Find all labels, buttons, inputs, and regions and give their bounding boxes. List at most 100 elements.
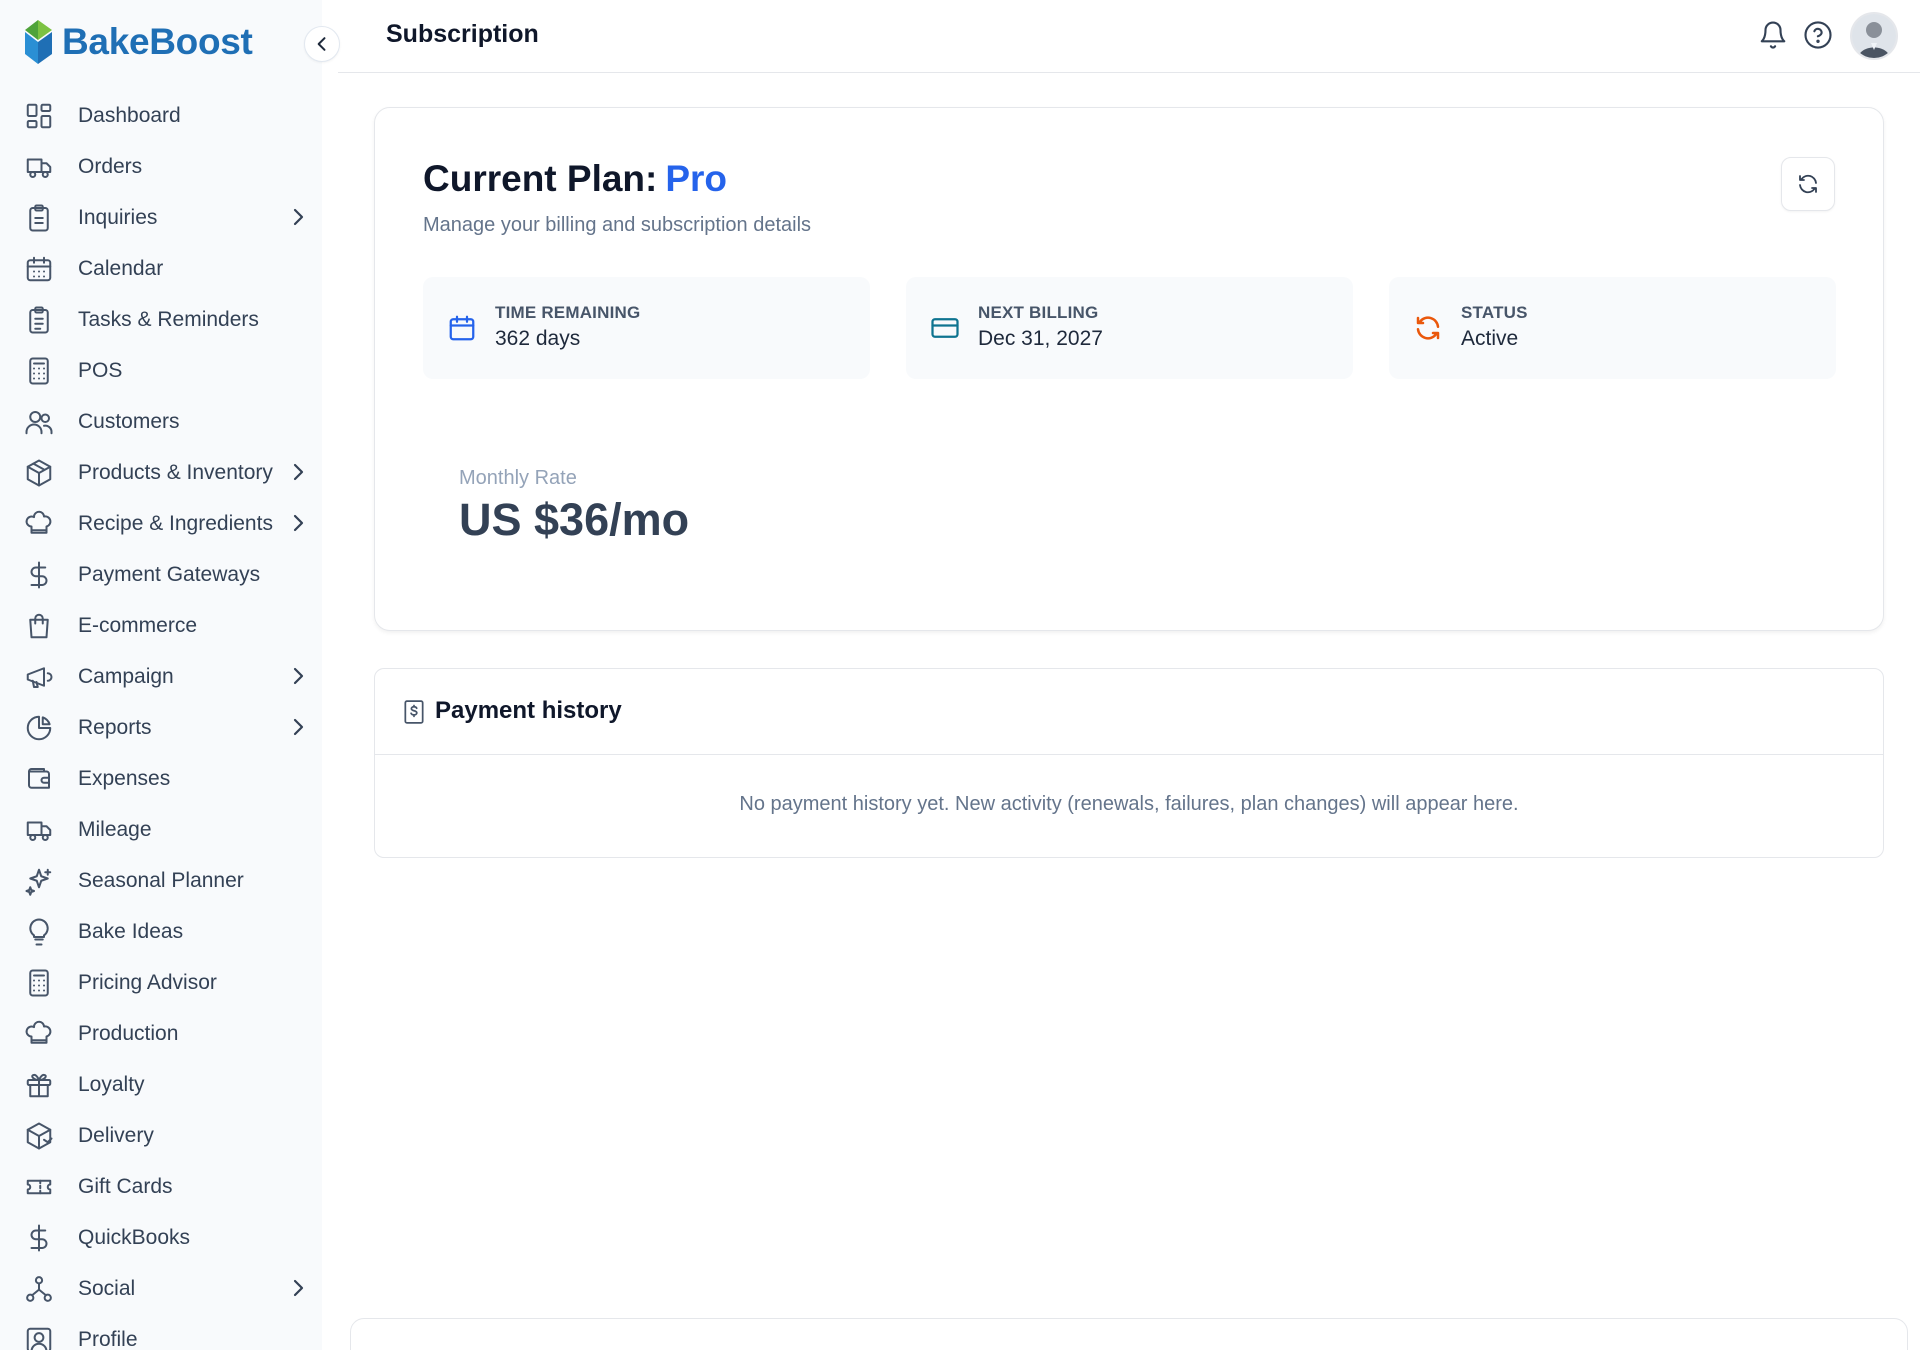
- chef-hat-icon: [24, 509, 54, 539]
- sidebar-item-reports[interactable]: Reports: [0, 702, 322, 753]
- brand-logo[interactable]: BakeBoost: [22, 16, 253, 68]
- user-avatar-icon: [1852, 14, 1896, 58]
- bell-icon[interactable]: [1758, 20, 1788, 50]
- gift-icon: [24, 1070, 54, 1100]
- share-network-icon: [24, 1274, 54, 1304]
- sidebar-item-label: Payment Gateways: [78, 562, 261, 586]
- stat-label: NEXT BILLING: [978, 303, 1099, 322]
- stat-value: Dec 31, 2027: [978, 327, 1103, 350]
- stat-time-remaining: TIME REMAINING 362 days: [423, 277, 870, 379]
- sidebar-item-label: Expenses: [78, 766, 171, 790]
- sidebar-item-mileage[interactable]: Mileage: [0, 804, 322, 855]
- payment-history-card: Payment history No payment history yet. …: [374, 668, 1884, 858]
- stat-status: STATUS Active: [1389, 277, 1836, 379]
- sidebar: BakeBoost Dashboard Orders Inquiries Calend…: [0, 0, 322, 1350]
- sidebar-item-payment-gateways[interactable]: Payment Gateways: [0, 549, 322, 600]
- refresh-icon: [1416, 316, 1440, 340]
- sidebar-item-loyalty[interactable]: Loyalty: [0, 1059, 322, 1110]
- dollar-icon: [24, 1223, 54, 1253]
- sidebar-nav: Dashboard Orders Inquiries Calendar Tasks & …: [0, 90, 322, 1350]
- sidebar-item-orders[interactable]: Orders: [0, 141, 322, 192]
- sidebar-item-production[interactable]: Production: [0, 1008, 322, 1059]
- pie-chart-icon: [24, 713, 54, 743]
- sidebar-item-label: E-commerce: [78, 613, 198, 637]
- sidebar-item-label: POS: [78, 358, 123, 382]
- stat-next-billing: NEXT BILLING Dec 31, 2027: [906, 277, 1353, 379]
- sidebar-item-recipe-ingredients[interactable]: Recipe & Ingredients: [0, 498, 322, 549]
- sidebar-item-campaign[interactable]: Campaign: [0, 651, 322, 702]
- calculator-icon: [24, 968, 54, 998]
- shopping-bag-icon: [24, 611, 54, 641]
- calculator-icon: [24, 356, 54, 386]
- calendar-icon: [24, 254, 54, 284]
- ticket-icon: [24, 1172, 54, 1202]
- payment-history-header: Payment history: [375, 669, 1883, 755]
- truck-icon: [24, 152, 54, 182]
- dashboard-icon: [24, 101, 54, 131]
- current-plan-card: Current Plan: Pro Manage your billing and…: [374, 107, 1884, 631]
- sidebar-item-profile[interactable]: Profile: [0, 1314, 322, 1350]
- refresh-icon: [1799, 174, 1817, 194]
- sidebar-item-label: Dashboard: [78, 103, 181, 127]
- sidebar-item-gift-cards[interactable]: Gift Cards: [0, 1161, 322, 1212]
- user-square-icon: [24, 1325, 54, 1350]
- chevron-right-icon[interactable]: [286, 511, 310, 535]
- sidebar-item-expenses[interactable]: Expenses: [0, 753, 322, 804]
- sidebar-item-label: Tasks & Reminders: [78, 307, 259, 331]
- package-icon: [24, 1121, 54, 1151]
- collapse-sidebar-button[interactable]: [304, 26, 340, 62]
- sidebar-item-label: Gift Cards: [78, 1174, 173, 1198]
- sidebar-item-e-commerce[interactable]: E-commerce: [0, 600, 322, 651]
- sidebar-item-social[interactable]: Social: [0, 1263, 322, 1314]
- sidebar-item-label: Mileage: [78, 817, 152, 841]
- top-bar: Subscription: [338, 0, 1920, 73]
- sidebar-item-label: QuickBooks: [78, 1225, 191, 1249]
- plan-title-prefix: Current Plan:: [423, 158, 658, 199]
- sidebar-item-calendar[interactable]: Calendar: [0, 243, 322, 294]
- stat-label: STATUS: [1461, 303, 1528, 322]
- monthly-rate-value: US $36/mo: [459, 494, 690, 545]
- avatar[interactable]: [1850, 12, 1898, 60]
- chevron-right-icon[interactable]: [286, 460, 310, 484]
- chevron-right-icon[interactable]: [286, 715, 310, 739]
- receipt-dollar-icon: [404, 700, 424, 724]
- stat-value: Active: [1461, 327, 1519, 350]
- sidebar-item-inquiries[interactable]: Inquiries: [0, 192, 322, 243]
- sidebar-item-label: Recipe & Ingredients: [78, 511, 273, 535]
- sidebar-item-pricing-advisor[interactable]: Pricing Advisor: [0, 957, 322, 1008]
- sidebar-item-dashboard[interactable]: Dashboard: [0, 90, 322, 141]
- sidebar-item-seasonal-planner[interactable]: Seasonal Planner: [0, 855, 322, 906]
- plan-subtitle: Manage your billing and subscription det…: [423, 214, 812, 236]
- sparkles-icon: [24, 866, 54, 896]
- dollar-icon: [24, 560, 54, 590]
- sidebar-item-customers[interactable]: Customers: [0, 396, 322, 447]
- sidebar-item-bake-ideas[interactable]: Bake Ideas: [0, 906, 322, 957]
- help-icon[interactable]: [1803, 20, 1833, 50]
- plan-name: Pro: [665, 158, 728, 199]
- users-icon: [24, 407, 54, 437]
- bottom-card: [350, 1318, 1908, 1350]
- sidebar-item-delivery[interactable]: Delivery: [0, 1110, 322, 1161]
- chevron-right-icon[interactable]: [286, 664, 310, 688]
- sidebar-item-label: Social: [78, 1276, 136, 1300]
- chevron-left-icon: [317, 37, 326, 51]
- megaphone-icon: [24, 662, 54, 692]
- plan-title: Current Plan: Pro: [423, 158, 727, 200]
- refresh-button[interactable]: [1781, 157, 1835, 211]
- sidebar-item-products-inventory[interactable]: Products & Inventory: [0, 447, 322, 498]
- sidebar-item-label: Loyalty: [78, 1072, 145, 1096]
- wallet-icon: [24, 764, 54, 794]
- sidebar-item-label: Profile: [78, 1327, 138, 1350]
- chef-hat-icon: [24, 1019, 54, 1049]
- clipboard-list-icon: [24, 305, 54, 335]
- lightbulb-icon: [24, 917, 54, 947]
- sidebar-item-label: Bake Ideas: [78, 919, 184, 943]
- chevron-right-icon[interactable]: [286, 205, 310, 229]
- sidebar-item-quickbooks[interactable]: QuickBooks: [0, 1212, 322, 1263]
- chevron-right-icon[interactable]: [286, 1276, 310, 1300]
- credit-card-icon: [931, 318, 959, 338]
- sidebar-item-label: Delivery: [78, 1123, 154, 1147]
- sidebar-item-pos[interactable]: POS: [0, 345, 322, 396]
- sidebar-item-tasks-reminders[interactable]: Tasks & Reminders: [0, 294, 322, 345]
- sidebar-item-label: Pricing Advisor: [78, 970, 217, 994]
